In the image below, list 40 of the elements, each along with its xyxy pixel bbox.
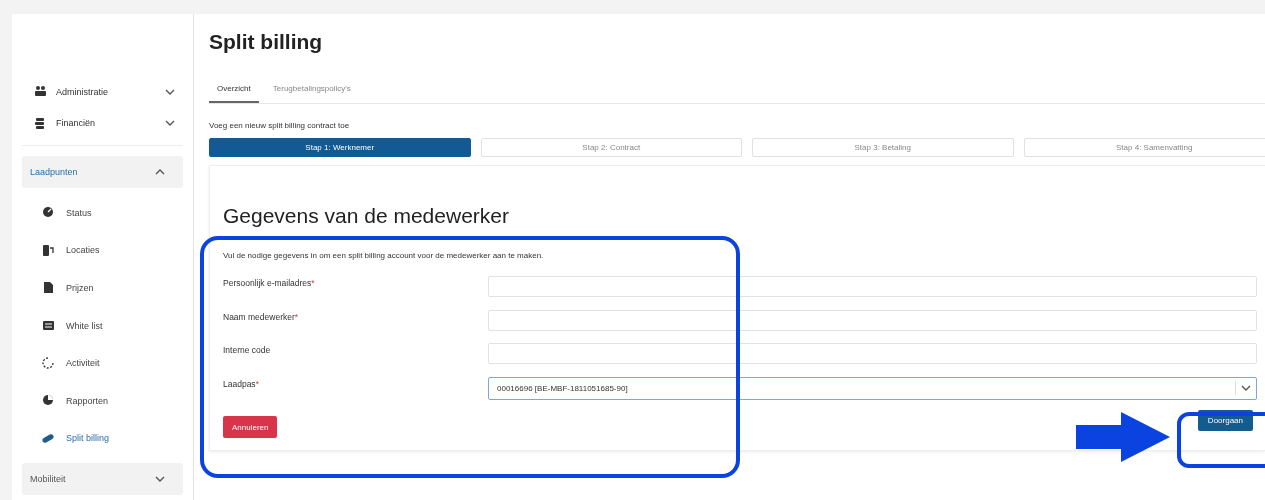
form-heading: Gegevens van de medewerker xyxy=(223,204,510,228)
cancel-button[interactable]: Annuleren xyxy=(223,416,278,438)
spinner-icon xyxy=(42,356,54,370)
page-title: Split billing xyxy=(209,30,324,54)
sidebar-item[interactable]: Locaties xyxy=(12,231,193,270)
pie-chart-icon xyxy=(42,394,54,408)
tab[interactable]: Overzicht xyxy=(209,78,259,103)
wizard-step[interactable]: Stap 2: Contract xyxy=(480,138,742,157)
sidebar-item[interactable]: Status xyxy=(12,193,193,232)
input-field[interactable] xyxy=(488,343,1257,364)
wizard-step[interactable]: Stap 1: Werknemer xyxy=(209,138,471,157)
people-icon xyxy=(34,85,46,99)
sidebar-group-header[interactable]: Mobiliteit xyxy=(22,463,183,495)
input-field[interactable] xyxy=(488,309,1257,331)
tab[interactable]: Terugbetalingspolicy's xyxy=(264,78,359,103)
field-label: Interne code xyxy=(223,344,272,355)
field-label: Naam medewerker* xyxy=(223,310,300,322)
input-field[interactable] xyxy=(488,276,1257,297)
wizard-step[interactable]: Stap 4: Samenvatting xyxy=(1023,138,1265,157)
field-label: Persoonlijk e-mailadres* xyxy=(223,277,316,288)
document-icon xyxy=(42,281,54,295)
section-subtitle: Voeg een nieuw split billing contract toe xyxy=(209,121,351,130)
stack-icon xyxy=(34,116,46,130)
sidebar-group-header[interactable]: Laadpunten xyxy=(22,156,183,188)
sidebar-item[interactable]: Split billing xyxy=(12,419,193,458)
wizard-step[interactable]: Stap 3: Betaling xyxy=(752,138,1014,157)
form-intro: Vul de nodige gegevens in om een split billing account voor de medewerker aan te maken. xyxy=(223,251,545,260)
gauge-icon xyxy=(42,206,54,220)
sidebar-item[interactable]: Rapporten xyxy=(12,381,193,420)
charger-icon xyxy=(42,243,54,257)
sidebar-item[interactable]: White list xyxy=(12,306,193,345)
select-field[interactable]: 00016696 [BE-MBF-1811051685-90] xyxy=(488,376,1257,400)
sidebar-item[interactable]: Financiën xyxy=(12,107,193,140)
sidebar-item[interactable]: Activiteit xyxy=(12,344,193,382)
chevron-icon xyxy=(1241,385,1251,391)
list-icon xyxy=(42,319,54,332)
sidebar-item[interactable]: Prijzen xyxy=(12,269,193,307)
field-label: Laadpas* xyxy=(223,377,260,389)
sidebar-item[interactable]: Administratie xyxy=(12,76,193,108)
pill-icon xyxy=(42,431,54,445)
